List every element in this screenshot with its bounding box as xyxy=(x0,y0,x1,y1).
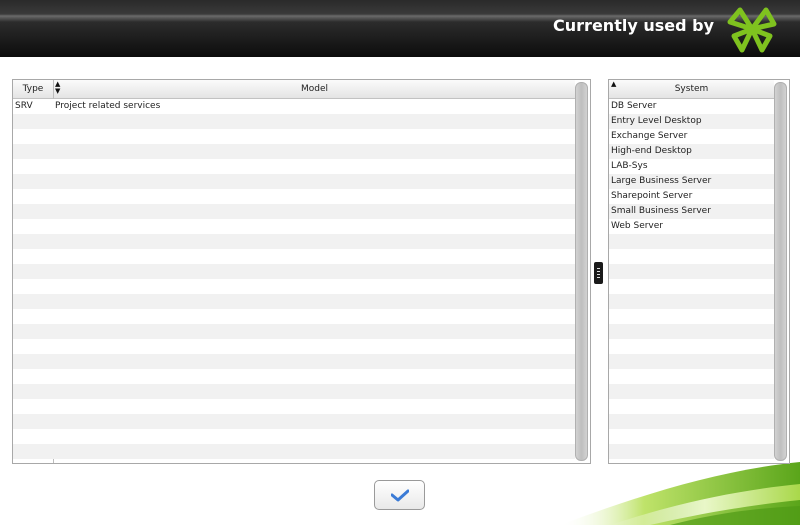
cell-system: Large Business Server xyxy=(611,176,712,186)
column-header-model-label: Model xyxy=(300,84,329,94)
column-header-type-label: Type xyxy=(22,84,44,94)
system-table-scrollbar[interactable] xyxy=(774,82,787,461)
table-row[interactable]: SRV Project related services xyxy=(13,99,575,114)
cell-type: SRV xyxy=(15,101,33,111)
system-table: ▲ System DB Server Entry Level Desktop Exc… xyxy=(608,79,790,464)
table-row[interactable] xyxy=(13,204,575,219)
cell-system: DB Server xyxy=(611,101,657,111)
cell-system: Entry Level Desktop xyxy=(611,116,702,126)
table-row[interactable] xyxy=(13,429,575,444)
list-item[interactable]: LAB-Sys xyxy=(609,159,774,174)
column-header-type[interactable]: Type xyxy=(13,80,53,99)
list-item[interactable]: Small Business Server xyxy=(609,204,774,219)
list-item[interactable] xyxy=(609,309,774,324)
table-row[interactable] xyxy=(13,369,575,384)
table-row[interactable] xyxy=(13,144,575,159)
list-item[interactable] xyxy=(609,444,774,459)
table-row[interactable] xyxy=(13,309,575,324)
table-row[interactable] xyxy=(13,174,575,189)
list-item[interactable] xyxy=(609,414,774,429)
model-table-scrollbar[interactable] xyxy=(575,82,588,461)
table-row[interactable] xyxy=(13,399,575,414)
list-item[interactable] xyxy=(609,339,774,354)
grip-icon[interactable] xyxy=(594,262,603,284)
cell-system: Exchange Server xyxy=(611,131,688,141)
cell-system: LAB-Sys xyxy=(611,161,648,171)
cell-system: Sharepoint Server xyxy=(611,191,693,201)
table-row[interactable] xyxy=(13,219,575,234)
list-item[interactable] xyxy=(609,234,774,249)
table-row[interactable] xyxy=(13,294,575,309)
list-item[interactable] xyxy=(609,264,774,279)
cell-system: Web Server xyxy=(611,221,663,231)
clover-logo-icon xyxy=(727,7,777,53)
list-item[interactable]: High-end Desktop xyxy=(609,144,774,159)
list-item[interactable]: Exchange Server xyxy=(609,129,774,144)
list-item[interactable] xyxy=(609,294,774,309)
list-item[interactable]: Entry Level Desktop xyxy=(609,114,774,129)
list-item[interactable] xyxy=(609,369,774,384)
system-table-body: DB Server Entry Level Desktop Exchange Ser… xyxy=(609,99,774,459)
cell-system: Small Business Server xyxy=(611,206,711,216)
header-bar: Currently used by xyxy=(0,0,800,57)
list-item[interactable]: Large Business Server xyxy=(609,174,774,189)
list-item[interactable] xyxy=(609,324,774,339)
model-table-body: SRV Project related services xyxy=(13,99,575,459)
list-item[interactable]: DB Server xyxy=(609,99,774,114)
table-row[interactable] xyxy=(13,114,575,129)
table-row[interactable] xyxy=(13,354,575,369)
table-row[interactable] xyxy=(13,384,575,399)
cell-model: Project related services xyxy=(55,101,161,111)
table-row[interactable] xyxy=(13,234,575,249)
column-header-model[interactable]: ▲ ▼ Model xyxy=(54,80,575,99)
page-title: Currently used by xyxy=(553,16,714,35)
list-item[interactable] xyxy=(609,279,774,294)
sort-arrow-icon: ▲ ▼ xyxy=(55,80,61,95)
list-item[interactable] xyxy=(609,429,774,444)
table-row[interactable] xyxy=(13,324,575,339)
checkmark-icon xyxy=(391,489,409,502)
table-row[interactable] xyxy=(13,264,575,279)
list-item[interactable] xyxy=(609,384,774,399)
table-row[interactable] xyxy=(13,159,575,174)
list-item[interactable] xyxy=(609,249,774,264)
list-item[interactable] xyxy=(609,399,774,414)
table-row[interactable] xyxy=(13,279,575,294)
list-item[interactable]: Web Server xyxy=(609,219,774,234)
sort-up-arrow-icon: ▲ xyxy=(611,80,617,88)
column-header-system-label: System xyxy=(674,84,709,94)
list-item[interactable] xyxy=(609,354,774,369)
table-row[interactable] xyxy=(13,414,575,429)
table-row[interactable] xyxy=(13,339,575,354)
cell-system: High-end Desktop xyxy=(611,146,692,156)
list-item[interactable]: Sharepoint Server xyxy=(609,189,774,204)
table-row[interactable] xyxy=(13,249,575,264)
column-header-system[interactable]: ▲ System xyxy=(609,80,774,99)
table-row[interactable] xyxy=(13,189,575,204)
table-row[interactable] xyxy=(13,444,575,459)
model-table: Type ▲ ▼ Model SRV Project related service… xyxy=(12,79,591,464)
table-row[interactable] xyxy=(13,129,575,144)
ok-button[interactable] xyxy=(374,480,425,510)
